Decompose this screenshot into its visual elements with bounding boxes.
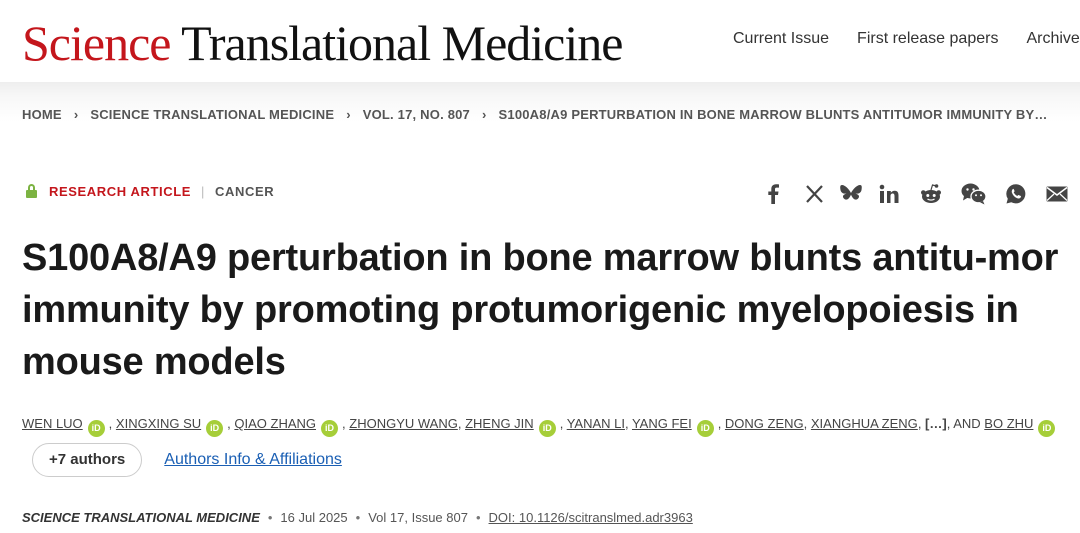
site-header: Science Translational Medicine Current I…	[0, 0, 1080, 82]
author-name[interactable]: Dong Zeng	[725, 416, 804, 431]
breadcrumb-journal[interactable]: SCIENCE TRANSLATIONAL MEDICINE	[90, 107, 334, 122]
open-lock-icon	[26, 184, 37, 198]
meta-dot: •	[267, 510, 273, 525]
facebook-icon[interactable]	[760, 181, 786, 207]
breadcrumb-article: S100A8/A9 PERTURBATION IN BONE MARROW BL…	[498, 107, 1048, 122]
author-list: Wen Luo iD, Xingxing Su iD, Qiao Zhang iD, …	[22, 416, 1072, 437]
article-title: S100A8/A9 perturbation in bone marrow bl…	[22, 237, 1059, 383]
journal-logo[interactable]: Science Translational Medicine	[22, 12, 623, 74]
author-name[interactable]: Yang Fei	[632, 416, 692, 431]
linkedin-icon[interactable]	[876, 181, 902, 207]
meta-divider: |	[201, 184, 205, 199]
citation-volume[interactable]: Vol 17, Issue 807	[368, 510, 468, 525]
nav-first-release[interactable]: First release papers	[857, 30, 998, 48]
orcid-icon[interactable]: iD	[696, 419, 714, 437]
author-name[interactable]: Xianghua Zeng	[811, 416, 918, 431]
orcid-icon[interactable]: iD	[87, 419, 105, 437]
author-name[interactable]: Zheng Jin	[465, 416, 534, 431]
breadcrumb-band: HOME › SCIENCE TRANSLATIONAL MEDICINE › VOL.…	[0, 82, 1080, 146]
doi-link[interactable]: DOI: 10.1126/scitranslmed.adr3963	[489, 510, 693, 525]
authors-and: , AND	[946, 416, 985, 431]
orcid-icon[interactable]: iD	[538, 419, 556, 437]
x-icon[interactable]	[802, 181, 828, 207]
meta-dot: •	[355, 510, 361, 525]
author-actions: +7 authors Authors Info & Affiliations	[32, 443, 342, 477]
chevron-right-icon: ›	[73, 107, 79, 122]
bluesky-icon[interactable]	[838, 181, 864, 207]
nav-current-issue[interactable]: Current Issue	[733, 30, 829, 48]
email-icon[interactable]	[1044, 181, 1070, 207]
whatsapp-icon[interactable]	[1003, 181, 1029, 207]
authors-ellipsis[interactable]: […]	[925, 416, 947, 431]
chevron-right-icon: ›	[481, 107, 487, 122]
nav-archive[interactable]: Archive	[1026, 30, 1079, 48]
more-authors-button[interactable]: +7 authors	[32, 443, 143, 477]
affiliations-link[interactable]: Authors Info & Affiliations	[164, 451, 342, 469]
breadcrumb-issue[interactable]: VOL. 17, NO. 807	[363, 107, 470, 122]
logo-journal-name: Translational Medicine	[181, 15, 623, 71]
author-name[interactable]: Bo Zhu	[984, 416, 1033, 431]
article-subject[interactable]: CANCER	[215, 184, 274, 199]
orcid-icon[interactable]: iD	[206, 419, 224, 437]
author-name[interactable]: Zhongyu Wang	[349, 416, 458, 431]
article-type: RESEARCH ARTICLE	[49, 184, 192, 199]
orcid-icon[interactable]: iD	[1038, 419, 1056, 437]
chevron-right-icon: ›	[346, 107, 351, 122]
reddit-icon[interactable]	[918, 181, 944, 207]
wechat-icon[interactable]	[961, 181, 987, 207]
orcid-icon[interactable]: iD	[321, 419, 339, 437]
breadcrumb-home[interactable]: HOME	[22, 107, 62, 122]
article-meta-row: RESEARCH ARTICLE | CANCER	[22, 184, 274, 204]
citation-date: 16 Jul 2025	[280, 510, 348, 525]
citation-line: Science Translational Medicine • 16 Jul 20…	[22, 510, 693, 525]
top-nav: Current Issue First release papers Archive	[733, 30, 1080, 48]
author-name[interactable]: Yanan Li	[567, 416, 625, 431]
logo-science-word: Science	[22, 15, 171, 71]
author-name[interactable]: Qiao Zhang	[234, 416, 316, 431]
citation-journal[interactable]: Science Translational Medicine	[22, 510, 260, 525]
breadcrumb: HOME › SCIENCE TRANSLATIONAL MEDICINE › VOL.…	[22, 107, 1048, 122]
author-name[interactable]: Wen Luo	[22, 416, 83, 431]
author-name[interactable]: Xingxing Su	[116, 416, 201, 431]
meta-dot: •	[475, 510, 481, 525]
